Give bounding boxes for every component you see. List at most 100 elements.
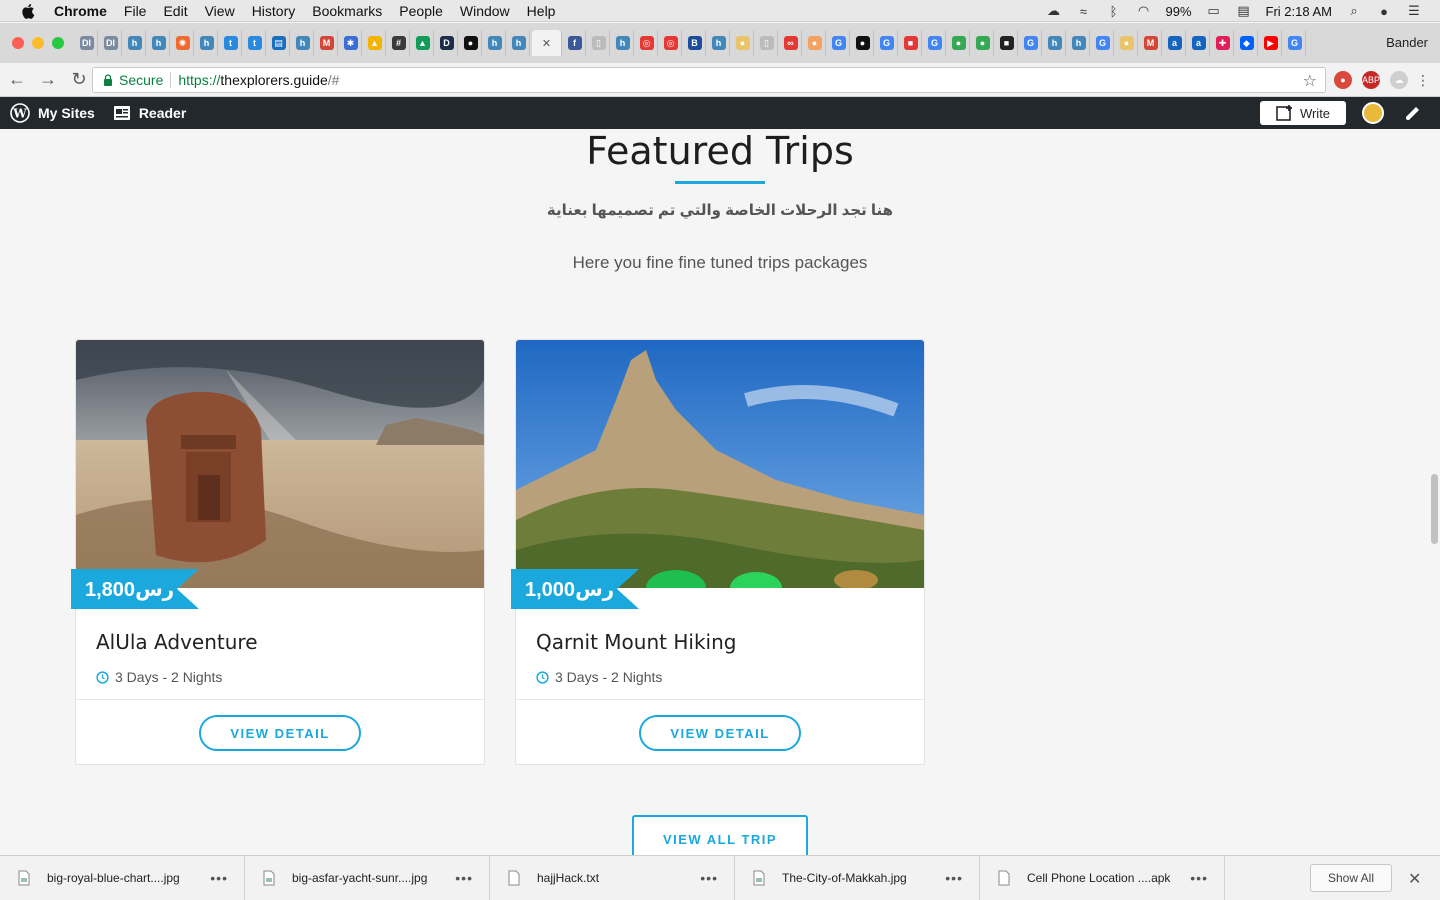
tab-favicon-yellow[interactable]: ● xyxy=(1116,30,1138,56)
tab-favicon-t[interactable]: t xyxy=(244,30,266,56)
menu-window[interactable]: Window xyxy=(460,3,510,19)
tab-favicon-h[interactable]: h xyxy=(196,30,218,56)
tab-favicon-red[interactable]: ∞ xyxy=(780,30,802,56)
tab-favicon-h[interactable]: h xyxy=(1044,30,1066,56)
menu-people[interactable]: People xyxy=(399,3,443,19)
tab-favicon-slack[interactable]: ✚ xyxy=(1212,30,1234,56)
download-more-icon[interactable]: ••• xyxy=(210,870,228,886)
menu-history[interactable]: History xyxy=(252,3,296,19)
creative-cloud-icon[interactable]: ☁ xyxy=(1046,3,1062,18)
tab-favicon-a[interactable]: a xyxy=(1164,30,1186,56)
user-avatar[interactable] xyxy=(1362,102,1384,124)
tab-favicon-red[interactable]: ◎ xyxy=(660,30,682,56)
download-item[interactable]: big-asfar-yacht-sunr....jpg ••• xyxy=(245,855,490,900)
download-more-icon[interactable]: ••• xyxy=(700,870,718,886)
tab-favicon-github[interactable]: ● xyxy=(460,30,482,56)
tab-favicon-h[interactable]: h xyxy=(1068,30,1090,56)
spotlight-search-icon[interactable]: ⌕ xyxy=(1346,3,1362,18)
menu-app-name[interactable]: Chrome xyxy=(54,3,107,19)
download-item[interactable]: Cell Phone Location ....apk ••• xyxy=(980,855,1225,900)
menu-file[interactable]: File xyxy=(124,3,147,19)
notification-center-icon[interactable]: ☰ xyxy=(1406,3,1422,18)
tab-favicon-h[interactable]: h xyxy=(708,30,730,56)
battery-icon[interactable]: ▭ xyxy=(1206,3,1222,18)
tab-favicon-h[interactable]: h xyxy=(292,30,314,56)
tab-favicon-h[interactable]: h xyxy=(612,30,634,56)
tab-favicon-blue[interactable]: ▤ xyxy=(268,30,290,56)
menu-edit[interactable]: Edit xyxy=(163,3,187,19)
extension-icon-cloud[interactable]: ☁ xyxy=(1390,71,1408,89)
my-sites-link[interactable]: My Sites xyxy=(38,105,95,121)
wifi-icon[interactable]: ◠ xyxy=(1136,3,1152,18)
wordpress-logo-icon[interactable]: W xyxy=(10,103,30,123)
tab-favicon-dropbox[interactable]: ◆ xyxy=(1236,30,1258,56)
tab-favicon-dark[interactable]: ■ xyxy=(996,30,1018,56)
download-item[interactable]: hajjHack.txt ••• xyxy=(490,855,735,900)
battery-percent[interactable]: 99% xyxy=(1166,4,1192,19)
menubar-clock[interactable]: Fri 2:18 AM xyxy=(1266,4,1332,19)
notifications-bell-icon[interactable] xyxy=(1402,103,1422,123)
tab-favicon-yellow[interactable]: ● xyxy=(732,30,754,56)
trip-name[interactable]: AlUla Adventure xyxy=(96,630,258,654)
tab-favicon-red[interactable]: ◎ xyxy=(636,30,658,56)
menu-view[interactable]: View xyxy=(205,3,235,19)
tab-favicon-d[interactable]: D xyxy=(436,30,458,56)
close-window-button[interactable] xyxy=(12,37,24,49)
tab-favicon-red[interactable]: ■ xyxy=(900,30,922,56)
trip-photo-qarnit[interactable] xyxy=(516,340,924,588)
tab-favicon-github[interactable]: ● xyxy=(852,30,874,56)
download-more-icon[interactable]: ••• xyxy=(455,870,473,886)
tab-favicon-google[interactable]: G xyxy=(924,30,946,56)
tab-favicon-youtube[interactable]: ▶ xyxy=(1260,30,1282,56)
reader-link[interactable]: Reader xyxy=(139,105,186,121)
extension-icon-abp[interactable]: ABP xyxy=(1362,71,1380,89)
write-button[interactable]: Write xyxy=(1260,101,1346,125)
tab-favicon-h[interactable]: h xyxy=(124,30,146,56)
tab-favicon-google[interactable]: G xyxy=(828,30,850,56)
zoom-window-button[interactable] xyxy=(52,37,64,49)
reader-icon[interactable] xyxy=(113,105,131,121)
tab-favicon-drive[interactable]: ▲ xyxy=(364,30,386,56)
profile-name[interactable]: Bander xyxy=(1386,35,1428,50)
page-scrollbar[interactable] xyxy=(1431,474,1438,544)
tab-favicon-di[interactable]: DI xyxy=(100,30,122,56)
tab-favicon-h[interactable]: h xyxy=(484,30,506,56)
close-icon[interactable]: ✕ xyxy=(1408,869,1421,889)
tab-favicon-gmail[interactable]: M xyxy=(316,30,338,56)
trip-name[interactable]: Qarnit Mount Hiking xyxy=(536,630,736,654)
tab-favicon-orange[interactable]: ● xyxy=(804,30,826,56)
view-detail-button[interactable]: VIEW DETAIL xyxy=(639,715,801,751)
tab-favicon-b[interactable]: B xyxy=(684,30,706,56)
download-more-icon[interactable]: ••• xyxy=(1190,870,1208,886)
tab-favicon-h[interactable]: h xyxy=(148,30,170,56)
tab-favicon-google[interactable]: G xyxy=(1092,30,1114,56)
tab-favicon-orange[interactable]: ✺ xyxy=(172,30,194,56)
tab-favicon-google[interactable]: G xyxy=(876,30,898,56)
tab-favicon-di[interactable]: DI xyxy=(76,30,98,56)
tab-favicon-hash[interactable]: # xyxy=(388,30,410,56)
tab-favicon-blue[interactable]: ✱ xyxy=(340,30,362,56)
menu-help[interactable]: Help xyxy=(527,3,556,19)
tab-favicon-green[interactable]: ● xyxy=(972,30,994,56)
download-item[interactable]: big-royal-blue-chart....jpg ••• xyxy=(0,855,245,900)
tab-favicon-gmail[interactable]: M xyxy=(1140,30,1162,56)
wave-icon[interactable]: ≈ xyxy=(1076,4,1092,19)
bluetooth-icon[interactable]: ᛒ xyxy=(1106,4,1122,19)
tab-active[interactable]: ✕ xyxy=(532,30,562,56)
tab-favicon-a[interactable]: a xyxy=(1188,30,1210,56)
address-bar[interactable]: Secure https://thexplorers.guide/# ☆ xyxy=(92,67,1326,93)
menu-bookmarks[interactable]: Bookmarks xyxy=(312,3,382,19)
tab-favicon-drive[interactable]: ▲ xyxy=(412,30,434,56)
tab-favicon-google[interactable]: G xyxy=(1020,30,1042,56)
trip-photo-alula[interactable] xyxy=(76,340,484,588)
tab-favicon-green[interactable]: ● xyxy=(948,30,970,56)
show-all-downloads-button[interactable]: Show All xyxy=(1310,864,1392,892)
extension-icon-red[interactable]: ● xyxy=(1334,71,1352,89)
tab-favicon-facebook[interactable]: f xyxy=(564,30,586,56)
forward-button[interactable]: → xyxy=(34,66,62,94)
back-button[interactable]: ← xyxy=(3,66,31,94)
view-all-trips-button[interactable]: VIEW ALL TRIP xyxy=(632,815,808,855)
tab-favicon-h[interactable]: h xyxy=(508,30,530,56)
tab-favicon-doc[interactable]: ▯ xyxy=(756,30,778,56)
view-detail-button[interactable]: VIEW DETAIL xyxy=(199,715,361,751)
